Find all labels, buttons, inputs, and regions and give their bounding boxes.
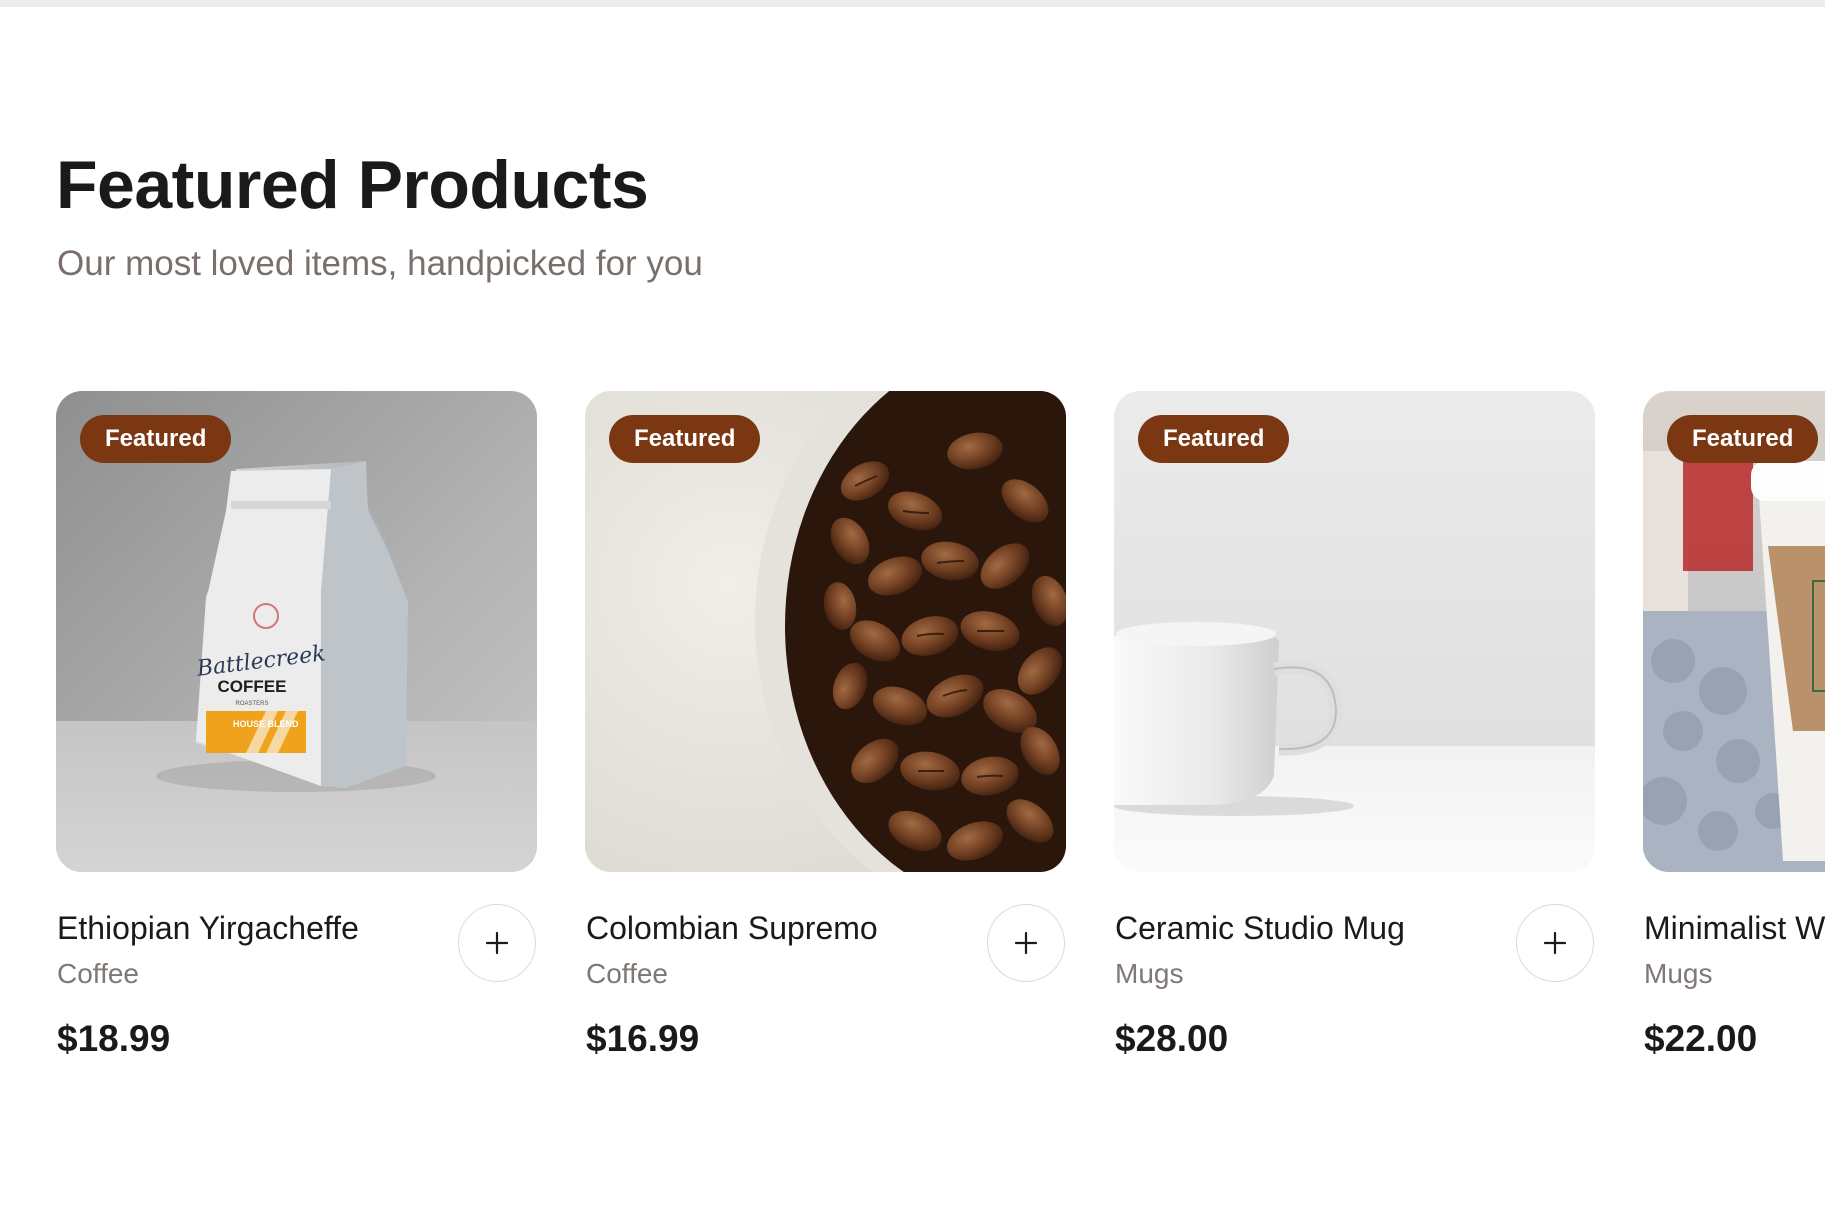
product-name[interactable]: Minimalist W [1644,910,1825,947]
product-image[interactable]: Featured [1114,391,1595,872]
add-to-cart-button[interactable] [458,904,536,982]
product-image[interactable]: Featured [1643,391,1825,872]
svg-text:ROASTERS: ROASTERS [235,701,268,707]
product-name[interactable]: Ethiopian Yirgacheffe [57,910,359,947]
svg-text:COFFEE: COFFEE [218,677,287,696]
product-card[interactable]: Featured Ceramic Studio Mug Mugs $28.00 [1114,391,1595,1059]
product-price: $16.99 [586,1018,700,1059]
product-category: Mugs [1644,958,1713,989]
plus-icon [485,931,509,955]
featured-badge: Featured [1138,415,1290,463]
product-name[interactable]: Ceramic Studio Mug [1115,910,1405,947]
add-to-cart-button[interactable] [987,904,1065,982]
featured-badge: Featured [1667,415,1819,463]
featured-badge: Featured [80,415,232,463]
plus-icon [1014,931,1038,955]
product-card[interactable]: Battlecreek COFFEE ROASTERS HOUSE BLEND … [56,391,537,1059]
takeaway-cup-photo-icon [1643,391,1825,872]
product-category: Mugs [1115,958,1184,989]
add-to-cart-button[interactable] [1516,904,1594,982]
product-card[interactable]: Featured Colombian Supremo Coffee $16.99 [585,391,1066,1059]
product-price: $22.00 [1644,1018,1758,1059]
top-border [0,0,1825,7]
product-card[interactable]: Featured Minimalist W Mugs $22.00 [1643,391,1825,1059]
svg-text:HOUSE BLEND: HOUSE BLEND [233,719,299,729]
coffee-bag-photo-icon: Battlecreek COFFEE ROASTERS HOUSE BLEND [56,391,537,872]
coffee-beans-bowl-photo-icon [585,391,1066,872]
section-subtitle: Our most loved items, handpicked for you [57,244,703,283]
featured-badge: Featured [609,415,761,463]
featured-products-page: Featured Products Our most loved items, … [0,0,1825,1217]
product-price: $18.99 [57,1018,171,1059]
section-title: Featured Products [56,147,649,223]
plus-icon [1543,931,1567,955]
product-image[interactable]: Featured [585,391,1066,872]
product-name[interactable]: Colombian Supremo [586,910,878,947]
product-image[interactable]: Battlecreek COFFEE ROASTERS HOUSE BLEND … [56,391,537,872]
product-category: Coffee [57,958,139,989]
product-price: $28.00 [1115,1018,1229,1059]
product-category: Coffee [586,958,668,989]
white-mug-photo-icon [1114,391,1595,872]
